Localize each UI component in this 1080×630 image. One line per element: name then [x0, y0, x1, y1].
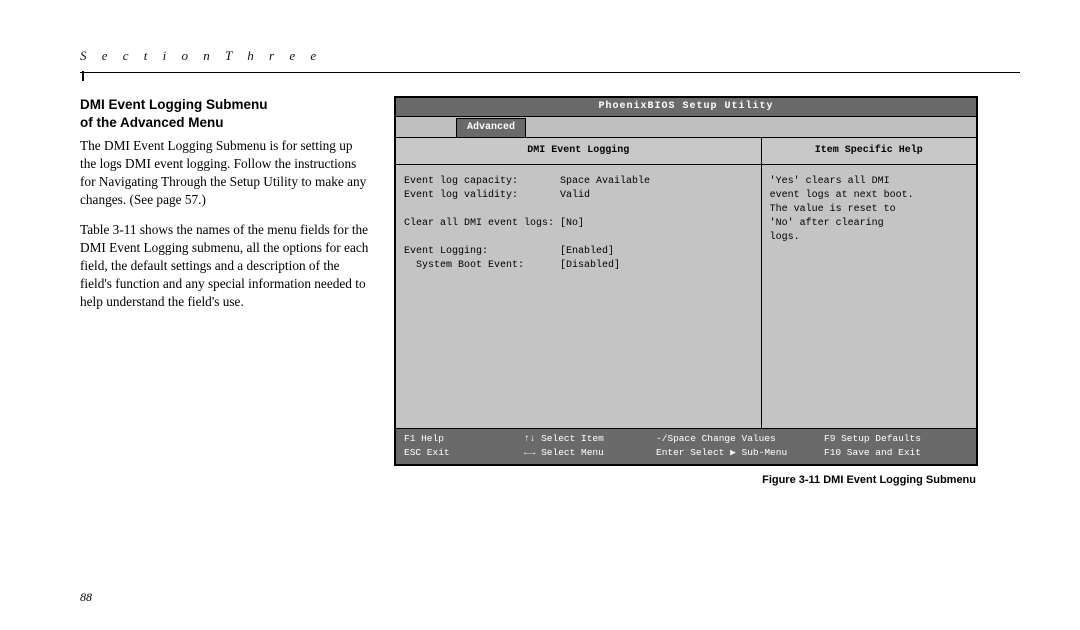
manual-page: S e c t i o n T h r e e DMI Event Loggin…: [0, 0, 1080, 630]
bios-body: DMI Event Logging Event log capacity: Sp…: [396, 138, 976, 429]
paragraph-1: The DMI Event Logging Submenu is for set…: [80, 137, 370, 209]
bios-help-line: 'Yes' clears all DMI: [770, 175, 968, 189]
section-header: S e c t i o n T h r e e: [80, 48, 1020, 64]
bios-footer: F1 Help ↑↓ Select Item -/Space Change Va…: [396, 429, 976, 464]
bios-right-pane: Item Specific Help 'Yes' clears all DMIe…: [762, 138, 976, 428]
bios-tab-bar: Advanced: [396, 117, 976, 138]
figure-column: PhoenixBIOS Setup Utility Advanced DMI E…: [394, 96, 1020, 486]
footer-enter: Enter Select ▶ Sub-Menu: [656, 446, 824, 459]
figure-caption: Figure 3-11 DMI Event Logging Submenu: [394, 474, 976, 486]
footer-selmenu: ←→ Select Menu: [524, 446, 656, 459]
bios-title: PhoenixBIOS Setup Utility: [396, 98, 976, 117]
paragraph-2: Table 3-11 shows the names of the menu f…: [80, 221, 370, 311]
bios-screenshot: PhoenixBIOS Setup Utility Advanced DMI E…: [394, 96, 978, 466]
heading-line-2: of the Advanced Menu: [80, 115, 224, 130]
footer-help: F1 Help: [404, 432, 524, 445]
footer-exit: ESC Exit: [404, 446, 524, 459]
subsection-heading: DMI Event Logging Submenu of the Advance…: [80, 96, 370, 131]
bios-help-line: event logs at next boot.: [770, 189, 968, 203]
footer-selitem: ↑↓ Select Item: [524, 432, 656, 445]
content-columns: DMI Event Logging Submenu of the Advance…: [80, 96, 1020, 486]
footer-change: -/Space Change Values: [656, 432, 824, 445]
bios-help-line: 'No' after clearing: [770, 217, 968, 231]
bios-right-header: Item Specific Help: [762, 138, 976, 165]
bios-tab-advanced: Advanced: [456, 118, 526, 137]
bios-help-line: logs.: [770, 231, 968, 245]
footer-save: F10 Save and Exit: [824, 446, 968, 459]
bios-help-area: 'Yes' clears all DMIevent logs at next b…: [762, 165, 976, 428]
bios-help-line: The value is reset to: [770, 203, 968, 217]
bios-left-header: DMI Event Logging: [396, 138, 761, 165]
page-number: 88: [80, 590, 92, 605]
bios-settings-area: Event log capacity: Space Available Even…: [396, 165, 761, 428]
heading-line-1: DMI Event Logging Submenu: [80, 97, 268, 112]
bios-left-pane: DMI Event Logging Event log capacity: Sp…: [396, 138, 762, 428]
header-rule: [80, 72, 1020, 73]
footer-defaults: F9 Setup Defaults: [824, 432, 968, 445]
text-column: DMI Event Logging Submenu of the Advance…: [80, 96, 370, 486]
